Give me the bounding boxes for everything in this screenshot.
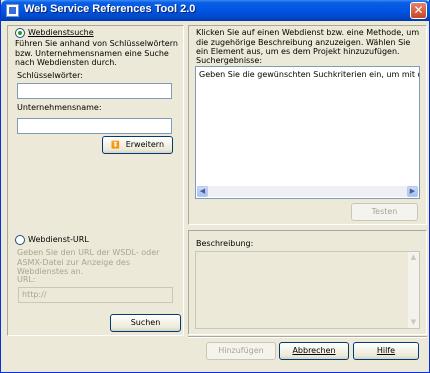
title-bar[interactable]: Web Service References Tool 2.0 ✕ bbox=[1, 0, 430, 21]
double-chevron-down-icon: ⏬ bbox=[110, 141, 120, 149]
results-hscrollbar[interactable]: ◀ ▶ bbox=[197, 186, 418, 197]
test-button[interactable]: Testen bbox=[351, 203, 418, 221]
scroll-up-icon[interactable]: ▲ bbox=[408, 252, 419, 263]
keywords-label: Schlüsselwörter: bbox=[17, 71, 83, 80]
description-box: ▲ ▼ bbox=[195, 251, 420, 329]
search-button[interactable]: Suchen bbox=[110, 314, 181, 332]
scroll-right-icon[interactable]: ▶ bbox=[407, 186, 418, 197]
search-radio-label[interactable]: Webdienstsuche bbox=[28, 28, 94, 38]
description-label: Beschreibung: bbox=[196, 239, 254, 248]
url-radio[interactable] bbox=[15, 235, 25, 245]
window-title: Web Service References Tool 2.0 bbox=[24, 3, 196, 15]
dialog-window: Web Service References Tool 2.0 ✕ Webdie… bbox=[0, 0, 430, 373]
cancel-button[interactable]: Abbrechen bbox=[279, 342, 349, 360]
results-list[interactable]: Geben Sie die gewünschten Suchkriterien … bbox=[195, 66, 420, 199]
keywords-input[interactable] bbox=[17, 83, 172, 99]
scroll-left-icon[interactable]: ◀ bbox=[197, 186, 208, 197]
company-input[interactable] bbox=[17, 118, 172, 134]
footer-separator bbox=[188, 336, 427, 338]
url-radio-label[interactable]: Webdienst-URL bbox=[28, 235, 89, 245]
add-button[interactable]: Hinzufügen bbox=[206, 342, 276, 360]
url-label: URL: bbox=[17, 275, 36, 284]
search-description: Führen Sie anhand von Schlüsselwörtern b… bbox=[15, 39, 178, 67]
expand-button[interactable]: ⏬ Erweitern bbox=[102, 136, 173, 154]
scroll-down-icon[interactable]: ▼ bbox=[408, 317, 419, 328]
search-panel: Webdienstsuche Führen Sie anhand von Sch… bbox=[7, 25, 184, 255]
company-label: Unternehmensname: bbox=[17, 103, 102, 112]
url-description: Geben Sie den URL der WSDL- oder ASMX-Da… bbox=[17, 248, 160, 276]
description-vscrollbar[interactable]: ▲ ▼ bbox=[408, 252, 419, 328]
help-button[interactable]: Hilfe bbox=[353, 342, 419, 360]
results-placeholder: Geben Sie die gewünschten Suchkriterien … bbox=[199, 70, 419, 79]
expand-button-label: Erweitern bbox=[125, 140, 165, 149]
search-radio[interactable] bbox=[15, 28, 25, 38]
app-icon bbox=[6, 4, 19, 17]
instructions-text: Klicken Sie auf einen Webdienst bzw. ein… bbox=[196, 28, 420, 56]
url-input[interactable]: http:// bbox=[18, 287, 173, 303]
results-label: Suchergebnisse: bbox=[196, 56, 263, 65]
results-panel: Klicken Sie auf einen Webdienst bzw. ein… bbox=[188, 25, 427, 225]
description-panel: Beschreibung: ▲ ▼ bbox=[188, 230, 427, 335]
close-button[interactable]: ✕ bbox=[410, 2, 427, 19]
